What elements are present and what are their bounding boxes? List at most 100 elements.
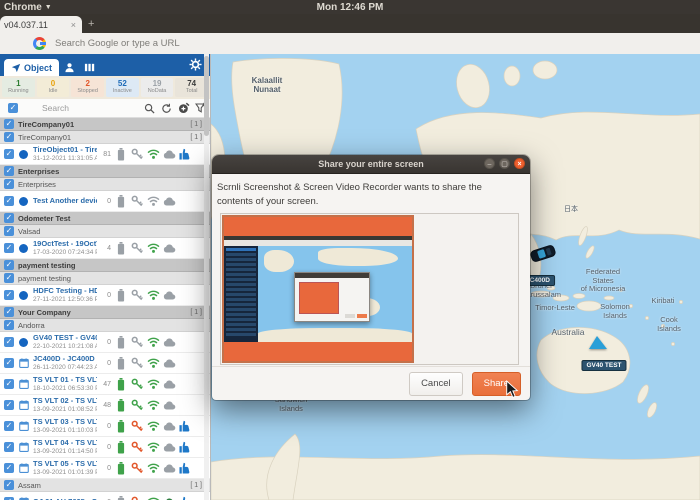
screen-preview-thumbnail[interactable] bbox=[222, 215, 414, 363]
row-checkbox[interactable]: ✓ bbox=[4, 149, 14, 159]
subgroup-header[interactable]: ✓Enterprises bbox=[0, 178, 210, 191]
vehicle-name[interactable]: TireObject01 - TireObject... bbox=[33, 146, 97, 155]
row-checkbox[interactable]: ✓ bbox=[4, 260, 14, 270]
vehicle-name[interactable]: TS VLT 03 - TS VLT 03 bbox=[33, 418, 97, 427]
sidebar-scrollbar[interactable] bbox=[204, 54, 209, 500]
counter-stopped[interactable]: 2Stopped bbox=[71, 78, 104, 97]
row-checkbox[interactable]: ✓ bbox=[4, 226, 14, 236]
list-item[interactable]: ✓GJ 21 AH 7625 - Offline - C...0 bbox=[0, 492, 210, 500]
status-counters: 1Running0Idle2Stopped52Inactive19NoData7… bbox=[0, 76, 210, 99]
vehicle-name[interactable]: HDFC Testing - HDFC Test... bbox=[33, 287, 97, 296]
maximize-button[interactable]: ▢ bbox=[499, 158, 510, 169]
tab-close-icon[interactable]: × bbox=[69, 20, 78, 30]
dialog-titlebar[interactable]: Share your entire screen – ▢ × bbox=[212, 155, 530, 174]
list-item[interactable]: ✓TireObject01 - TireObject...31-12-2021 … bbox=[0, 144, 210, 165]
refresh-icon[interactable] bbox=[159, 102, 174, 115]
cloud-icon bbox=[161, 197, 177, 206]
group-header[interactable]: ✓TireCompany01[ 1 ] bbox=[0, 118, 210, 131]
counter-inactive[interactable]: 52Inactive bbox=[106, 78, 139, 97]
subgroup-header[interactable]: ✓payment testing bbox=[0, 272, 210, 285]
list-item[interactable]: ✓Test Another device alloc...0 bbox=[0, 191, 210, 212]
subgroup-header[interactable]: ✓TireCompany01[ 1 ] bbox=[0, 131, 210, 144]
counter-idle[interactable]: 0Idle bbox=[37, 78, 70, 97]
cancel-button[interactable]: Cancel bbox=[409, 372, 463, 396]
row-checkbox[interactable]: ✓ bbox=[4, 179, 14, 189]
vehicle-name[interactable]: Test Another device alloc... bbox=[33, 197, 97, 206]
list-item[interactable]: ✓19OctTest - 19OctTest17-03-2020 07:24:3… bbox=[0, 238, 210, 259]
list-item[interactable]: ✓GV40 TEST - GV40 TEST22-10-2021 10:21:0… bbox=[0, 332, 210, 353]
row-checkbox[interactable]: ✓ bbox=[4, 243, 14, 253]
group-header[interactable]: ✓Your Company[ 1 ] bbox=[0, 306, 210, 319]
subgroup-header[interactable]: ✓Assam[ 1 ] bbox=[0, 479, 210, 492]
row-checkbox[interactable]: ✓ bbox=[4, 480, 14, 490]
group-grid-icon[interactable] bbox=[82, 60, 96, 74]
row-checkbox[interactable]: ✓ bbox=[4, 196, 14, 206]
row-checkbox[interactable]: ✓ bbox=[4, 463, 14, 473]
browser-tab-strip: v04.037.11 × + bbox=[0, 14, 700, 33]
system-clock[interactable]: Mon 12:46 PM bbox=[0, 2, 700, 13]
vehicle-name[interactable]: TS VLT 05 - TS VLT 05 bbox=[33, 460, 97, 469]
search-input[interactable]: Search bbox=[42, 103, 142, 113]
object-sidebar: Object 1Running0Idle2Stopped52Inactive19… bbox=[0, 54, 211, 500]
row-checkbox[interactable]: ✓ bbox=[4, 400, 14, 410]
map-marker-badge[interactable]: GV40 TEST bbox=[581, 360, 626, 371]
row-checkbox[interactable]: ✓ bbox=[4, 273, 14, 283]
vehicle-timestamp: 18-10-2021 06:53:30 PM bbox=[33, 385, 97, 392]
row-checkbox[interactable]: ✓ bbox=[4, 132, 14, 142]
map-place-label: Australia bbox=[551, 328, 584, 338]
row-checkbox[interactable]: ✓ bbox=[4, 337, 14, 347]
vehicle-name[interactable]: TS VLT 04 - TS VLT 04 bbox=[33, 439, 97, 448]
minimize-button[interactable]: – bbox=[484, 158, 495, 169]
vehicle-timestamp: 13-09-2021 01:08:52 PM bbox=[33, 406, 97, 413]
browser-tab[interactable]: v04.037.11 × bbox=[0, 16, 82, 33]
row-checkbox[interactable]: ✓ bbox=[4, 166, 14, 176]
list-item[interactable]: ✓TS VLT 05 - TS VLT 0513-09-2021 01:01:3… bbox=[0, 458, 210, 479]
row-checkbox[interactable]: ✓ bbox=[4, 320, 14, 330]
list-item[interactable]: ✓TS VLT 03 - TS VLT 0313-09-2021 01:10:0… bbox=[0, 416, 210, 437]
list-item[interactable]: ✓JC400D - JC400D26-11-2020 07:44:23 AM0 bbox=[0, 353, 210, 374]
search-icon[interactable] bbox=[142, 102, 157, 115]
cloud-icon bbox=[161, 150, 177, 159]
row-checkbox[interactable]: ✓ bbox=[4, 119, 14, 129]
subgroup-header[interactable]: ✓Andorra bbox=[0, 319, 210, 332]
select-all-checkbox[interactable]: ✓ bbox=[8, 103, 18, 113]
vessel-marker[interactable] bbox=[589, 336, 607, 349]
vehicle-timestamp: 27-11-2021 12:50:36 PM bbox=[33, 296, 97, 303]
vehicle-name[interactable]: GV40 TEST - GV40 TEST bbox=[33, 334, 97, 343]
row-checkbox[interactable]: ✓ bbox=[4, 358, 14, 368]
vehicle-calendar-icon bbox=[17, 463, 30, 473]
row-checkbox[interactable]: ✓ bbox=[4, 213, 14, 223]
vehicle-count: 48 bbox=[97, 402, 111, 409]
row-checkbox[interactable]: ✓ bbox=[4, 421, 14, 431]
list-item[interactable]: ✓TS VLT 04 - TS VLT 0413-09-2021 01:14:5… bbox=[0, 437, 210, 458]
list-item[interactable]: ✓ TS VLT 01 - TS VLT 0118-10-2021 06:53:3… bbox=[0, 374, 210, 395]
counter-nodata[interactable]: 19NoData bbox=[141, 78, 174, 97]
list-item[interactable]: ✓ HDFC Testing - HDFC Test...27-11-2021 1… bbox=[0, 285, 210, 306]
row-checkbox[interactable]: ✓ bbox=[4, 307, 14, 317]
cloud-icon bbox=[161, 380, 177, 389]
map-place-label: KalaallitNunaat bbox=[252, 76, 283, 94]
tab-object[interactable]: Object bbox=[4, 59, 59, 76]
group-header[interactable]: ✓Odometer Test bbox=[0, 212, 210, 225]
row-checkbox[interactable]: ✓ bbox=[4, 290, 14, 300]
new-tab-button[interactable]: + bbox=[88, 18, 94, 30]
vehicle-name[interactable]: 19OctTest - 19OctTest bbox=[33, 240, 97, 249]
subgroup-header[interactable]: ✓Valsad bbox=[0, 225, 210, 238]
vehicle-name[interactable]: TS VLT 01 - TS VLT 01 bbox=[33, 376, 97, 385]
list-item[interactable]: ✓ TS VLT 02 - TS VLT 0213-09-2021 01:08:5… bbox=[0, 395, 210, 416]
close-button[interactable]: × bbox=[514, 158, 525, 169]
driver-person-icon[interactable] bbox=[62, 60, 76, 74]
share-screen-dialog: Share your entire screen – ▢ × Scrnli Sc… bbox=[212, 155, 530, 400]
group-header[interactable]: ✓Enterprises bbox=[0, 165, 210, 178]
vehicle-name[interactable]: JC400D - JC400D bbox=[33, 355, 97, 364]
row-checkbox[interactable]: ✓ bbox=[4, 379, 14, 389]
settings-gear-icon[interactable] bbox=[188, 57, 202, 71]
battery-icon bbox=[113, 378, 129, 391]
url-omnibox[interactable]: Search Google or type a URL bbox=[55, 38, 180, 49]
counter-running[interactable]: 1Running bbox=[2, 78, 35, 97]
row-checkbox[interactable]: ✓ bbox=[4, 442, 14, 452]
add-object-icon[interactable] bbox=[176, 102, 191, 115]
vehicle-name[interactable]: TS VLT 02 - TS VLT 02 bbox=[33, 397, 97, 406]
key-icon bbox=[129, 462, 145, 474]
group-header[interactable]: ✓payment testing bbox=[0, 259, 210, 272]
